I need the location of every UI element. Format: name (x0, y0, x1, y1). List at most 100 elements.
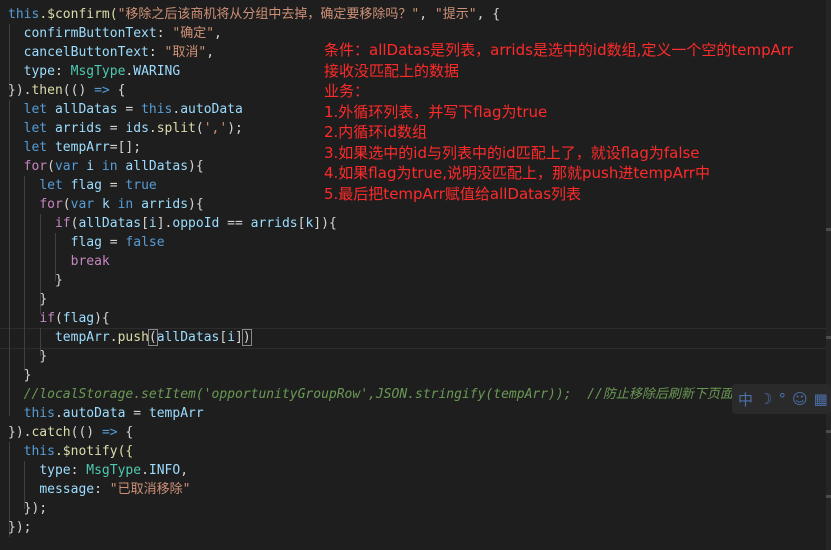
vertical-scrollbar[interactable] (826, 0, 831, 550)
note-line: 接收没匹配上的数据 (324, 61, 460, 80)
scroll-marker (826, 430, 831, 433)
emoji-icon[interactable]: ☺ (792, 390, 808, 408)
code-line[interactable]: for(var k in arrids){ (8, 195, 203, 214)
token: => (94, 83, 110, 98)
token: ',' (203, 121, 228, 136)
code-line[interactable]: } (8, 271, 63, 290)
token: . (109, 330, 118, 345)
code-line[interactable]: flag = false (8, 233, 165, 252)
code-line[interactable]: this.$notify({ (8, 442, 134, 461)
code-line[interactable]: //localStorage.setItem('opportunityGroup… (8, 385, 733, 404)
token: let (23, 121, 55, 136)
ime-language-toggle[interactable]: 中 (738, 389, 753, 410)
token: ){ (94, 311, 110, 326)
code-line[interactable]: }).catch(() => { (8, 423, 133, 442)
token: INFO (148, 463, 181, 478)
token: var (54, 159, 87, 174)
token: "确定" (172, 26, 215, 41)
code-line[interactable]: type: MsgType.INFO, (8, 461, 188, 480)
punctuation-icon[interactable]: ° (778, 390, 786, 408)
token: for (23, 159, 48, 174)
token: } (54, 273, 63, 288)
token: let (39, 178, 71, 193)
token: catch (31, 425, 71, 440)
token: autoData (180, 102, 243, 117)
moon-icon[interactable]: ☽ (759, 390, 772, 408)
code-line[interactable]: let tempArr=[]; (8, 138, 141, 157)
token: autoData (62, 406, 126, 421)
code-line[interactable]: let allDatas = this.autoData (8, 100, 243, 119)
token: //localStorage.setItem('opportunityGroup… (23, 387, 733, 402)
ime-toolbar[interactable]: 中 ☽ ° ☺ ▦ (732, 384, 831, 414)
token: this (23, 406, 55, 421)
code-line[interactable]: this.$confirm("移除之后该商机将从分组中去掉，确定要移除吗？" , … (8, 5, 500, 24)
token: allDatas (125, 159, 189, 174)
token: = (125, 406, 149, 421)
token: ] (235, 330, 243, 345)
grid-icon[interactable]: ▦ (814, 390, 828, 408)
token: let (23, 102, 55, 117)
token: ( (62, 197, 71, 212)
token: ]. (156, 216, 173, 231)
token: MsgType (86, 463, 142, 478)
token: arrids (250, 216, 298, 231)
code-line[interactable]: type: MsgType.WARING (8, 62, 181, 81)
token: i (86, 159, 95, 174)
code-line[interactable]: confirmButtonText: "确定", (8, 24, 222, 43)
token: : (156, 26, 173, 41)
code-line[interactable]: tempArr.push(allDatas[i]) (8, 328, 252, 347)
token: k (101, 197, 110, 212)
token: ( (54, 311, 63, 326)
token: ); (227, 121, 243, 136)
code-line[interactable]: if(flag){ (8, 309, 110, 328)
token: split (156, 121, 196, 136)
code-line[interactable]: if(allDatas[i].oppoId == arrids[k]){ (8, 214, 337, 233)
code-line[interactable]: } (8, 366, 32, 385)
token: }). (8, 425, 32, 440)
note-line: 4.如果flag为true,说明没匹配上，那就push进tempArr中 (324, 164, 710, 182)
code-line[interactable]: }); (8, 499, 47, 518)
code-line[interactable]: for(var i in allDatas){ (8, 157, 204, 176)
token: = (101, 178, 126, 193)
matched-bracket: ( (147, 329, 158, 346)
token: , (180, 463, 189, 478)
token: "提示" (434, 7, 477, 22)
code-line[interactable]: break (8, 252, 110, 271)
token: => (101, 425, 118, 440)
annotation-notes: 条件：allDatas是列表，arrids是选中的id数组,定义一个空的temp… (324, 40, 793, 204)
token: [ (141, 216, 149, 231)
token: tempArr (54, 330, 110, 345)
token: . (148, 121, 157, 136)
code-line[interactable]: }).then(() => { (8, 81, 125, 100)
code-line[interactable]: cancelButtonText: "取消", (8, 43, 214, 62)
scroll-marker (826, 228, 831, 231)
code-line[interactable]: } (8, 290, 47, 309)
token: oppoId (172, 216, 220, 231)
token: if (39, 311, 55, 326)
code-line[interactable]: this.autoData = tempArr (8, 404, 204, 423)
token: WARING (133, 64, 181, 79)
token: : (54, 64, 71, 79)
token: flag (70, 178, 102, 193)
token: message (39, 482, 95, 497)
token: tempArr (148, 406, 204, 421)
token: , (206, 45, 215, 60)
token: =[]; (109, 140, 142, 155)
token: ){ (188, 159, 204, 174)
token: type (39, 463, 71, 478)
scroll-marker (826, 336, 831, 339)
token: { (109, 83, 126, 98)
token: confirmButtonText (23, 26, 157, 41)
token: , (419, 7, 435, 22)
note-line: 1.外循环列表，并写下flag为true (324, 102, 548, 121)
token: push (117, 330, 149, 345)
note-line: 条件：allDatas是列表，arrids是选中的id数组,定义一个空的temp… (324, 41, 793, 59)
code-line[interactable]: let flag = true (8, 176, 156, 195)
code-line[interactable]: } (8, 347, 47, 366)
code-line[interactable]: }); (8, 518, 31, 537)
token: in (109, 197, 142, 212)
token: : (148, 45, 165, 60)
code-line[interactable]: message: "已取消移除" (8, 480, 190, 499)
token: .$confirm( (39, 7, 118, 22)
code-line[interactable]: let arrids = ids.split(','); (8, 119, 243, 138)
